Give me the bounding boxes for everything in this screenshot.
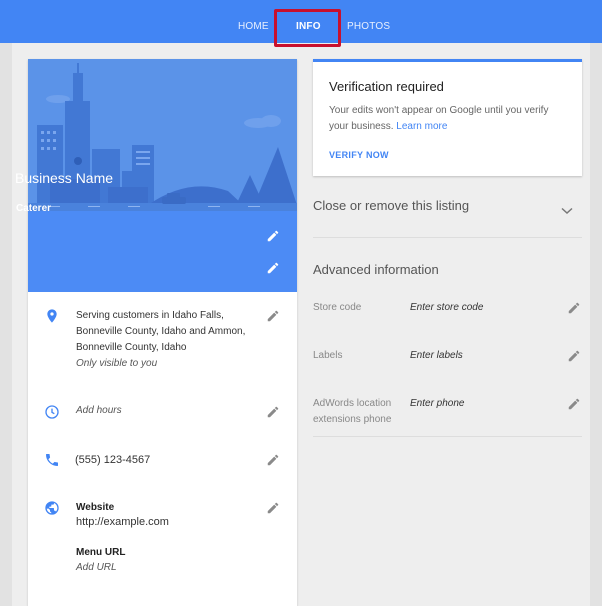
verification-card: Verification required Your edits won't a… bbox=[313, 59, 582, 176]
adwords-phone-label-line-1: AdWords location bbox=[313, 398, 392, 409]
labels-input[interactable]: Enter labels bbox=[410, 350, 463, 361]
edit-hours-pencil-icon[interactable] bbox=[266, 405, 280, 419]
verify-now-button[interactable]: VERIFY NOW bbox=[329, 150, 389, 160]
store-code-label: Store code bbox=[313, 302, 362, 313]
labels-label: Labels bbox=[313, 350, 343, 361]
edit-phone-pencil-icon[interactable] bbox=[266, 453, 280, 467]
close-listing-row[interactable]: Close or remove this listing bbox=[313, 193, 582, 238]
edit-category-pencil-icon[interactable] bbox=[266, 261, 280, 275]
website-value: http://example.com bbox=[76, 516, 169, 528]
edit-name-pencil-icon[interactable] bbox=[266, 229, 280, 243]
phone-icon bbox=[44, 452, 60, 468]
verification-title: Verification required bbox=[329, 79, 444, 94]
service-area-line-1: Serving customers in Idaho Falls, bbox=[76, 310, 224, 321]
right-gutter bbox=[590, 43, 602, 606]
tab-info-highlight-box bbox=[274, 9, 341, 47]
edit-adwords-phone-pencil-icon[interactable] bbox=[567, 397, 581, 411]
store-code-input[interactable]: Enter store code bbox=[410, 302, 483, 313]
edit-labels-pencil-icon[interactable] bbox=[567, 349, 581, 363]
hours-value[interactable]: Add hours bbox=[76, 403, 122, 419]
adwords-phone-label-line-2: extensions phone bbox=[313, 414, 392, 425]
edit-store-code-pencil-icon[interactable] bbox=[567, 301, 581, 315]
chevron-down-icon[interactable] bbox=[561, 202, 573, 220]
menu-url-label: Menu URL bbox=[76, 547, 126, 558]
tab-home[interactable]: HOME bbox=[238, 0, 269, 43]
adwords-phone-input[interactable]: Enter phone bbox=[410, 398, 465, 409]
city-illustration bbox=[28, 59, 297, 211]
business-name: Business Name bbox=[15, 170, 114, 186]
advanced-info-divider bbox=[313, 436, 582, 437]
service-area-line-3: Bonneville County, Idaho bbox=[76, 342, 187, 353]
website-label: Website bbox=[76, 502, 115, 513]
globe-icon bbox=[44, 500, 60, 516]
clock-icon bbox=[44, 404, 60, 420]
verification-body: Your edits won't appear on Google until … bbox=[329, 103, 569, 135]
left-gutter bbox=[0, 43, 12, 606]
edit-service-area-pencil-icon[interactable] bbox=[266, 309, 280, 323]
phone-value: (555) 123-4567 bbox=[75, 454, 151, 466]
close-listing-label: Close or remove this listing bbox=[313, 198, 470, 213]
location-pin-icon bbox=[44, 308, 60, 324]
menu-url-value[interactable]: Add URL bbox=[76, 560, 117, 576]
business-category: Caterer bbox=[16, 203, 52, 214]
business-name-bar bbox=[28, 211, 297, 292]
advanced-info-title: Advanced information bbox=[313, 262, 439, 277]
learn-more-link[interactable]: Learn more bbox=[396, 121, 447, 132]
edit-website-pencil-icon[interactable] bbox=[266, 501, 280, 515]
tab-photos[interactable]: PHOTOS bbox=[347, 0, 390, 43]
service-area-line-2: Bonneville County, Idaho and Ammon, bbox=[76, 326, 246, 337]
service-area-note: Only visible to you bbox=[76, 358, 158, 369]
